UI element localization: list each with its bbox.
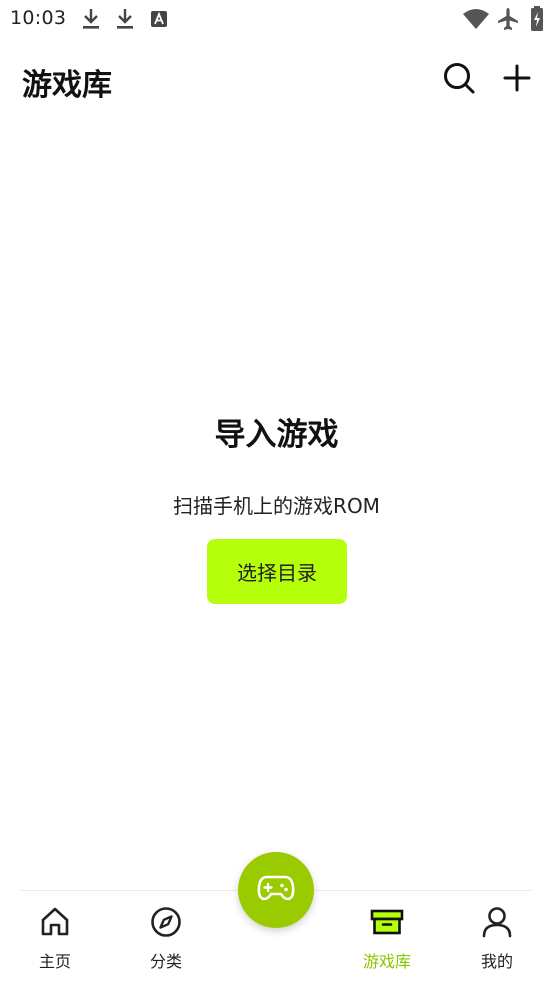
status-time: 10:03: [10, 7, 67, 29]
gamepad-fab-button[interactable]: [238, 852, 314, 928]
nav-label-home: 主页: [38, 952, 71, 971]
nav-label-category: 分类: [149, 952, 182, 971]
empty-state-subtitle: 扫描手机上的游戏ROM: [173, 494, 380, 518]
header: 游戏库: [0, 56, 553, 104]
nav-item-category[interactable]: 分类: [126, 906, 206, 971]
user-icon: [481, 906, 513, 942]
compass-icon: [150, 906, 182, 942]
choose-directory-button[interactable]: 选择目录: [207, 539, 347, 604]
home-icon: [39, 906, 71, 942]
battery-charging-icon: [530, 6, 544, 36]
page-title: 游戏库: [22, 68, 112, 103]
nav-item-library[interactable]: 游戏库: [347, 906, 427, 971]
gamepad-icon: [257, 873, 295, 907]
nav-item-home[interactable]: 主页: [15, 906, 95, 971]
nav-label-me: 我的: [480, 952, 513, 971]
text-a-icon: [150, 10, 168, 32]
nav-item-me[interactable]: 我的: [457, 906, 537, 971]
archive-box-icon: [370, 906, 404, 942]
add-button[interactable]: [499, 62, 535, 98]
search-icon: [442, 61, 476, 99]
download-icon: [80, 7, 102, 35]
wifi-icon: [462, 8, 490, 34]
search-button[interactable]: [441, 62, 477, 98]
empty-state: 导入游戏 扫描手机上的游戏ROM: [0, 405, 553, 519]
plus-icon: [503, 64, 531, 96]
nav-label-library: 游戏库: [362, 952, 411, 971]
status-bar: 10:03: [0, 0, 553, 38]
airplane-icon: [497, 7, 519, 35]
empty-state-title: 导入游戏: [214, 417, 339, 453]
download-icon: [114, 7, 136, 35]
